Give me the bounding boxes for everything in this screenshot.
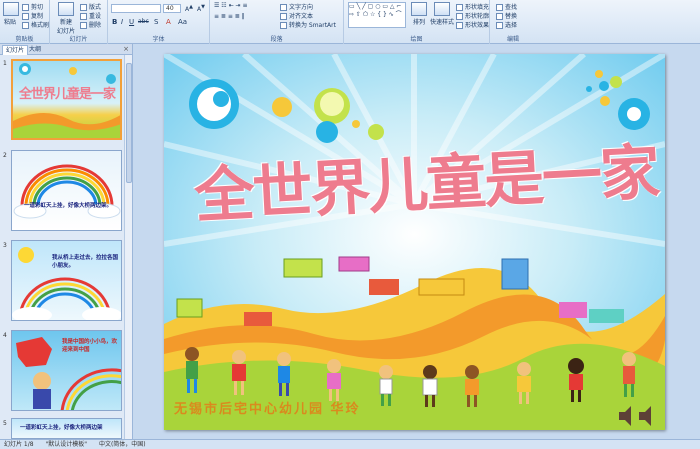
shape-fill-button[interactable]: 形状填充 (456, 2, 489, 11)
thumb-5-text: 一道彩虹天上挂，好像大桥两边架 (20, 425, 103, 431)
new-slide-button[interactable]: 新建 幻灯片 (56, 2, 76, 35)
underline-button[interactable]: U (129, 18, 134, 26)
slide-thumb-2[interactable]: 一道彩虹天上挂，好像大桥两边架。 (11, 150, 122, 231)
delete-button[interactable]: 删除 (80, 20, 101, 29)
replace-icon (496, 13, 503, 20)
fill-icon (456, 4, 463, 11)
clear-format-button[interactable]: Aa (178, 18, 187, 26)
thumb-1-title: 全世界儿童是一家 (19, 87, 116, 102)
status-bar: 幻灯片 1/8 "默认设计模板" 中文(简体，中国) (0, 439, 700, 449)
align-text-icon (280, 13, 287, 20)
shadow-button[interactable]: S (154, 18, 158, 26)
slide-counter: 幻灯片 1/8 (4, 441, 34, 448)
close-pane-button[interactable]: × (123, 45, 129, 53)
thumb-number: 5 (3, 420, 7, 427)
reset-button[interactable]: 重设 (80, 11, 101, 20)
font-label: 字体 (152, 36, 165, 43)
strike-button[interactable]: abc (138, 18, 149, 25)
effects-icon (456, 22, 463, 29)
new-slide-icon (58, 2, 74, 16)
slide-thumb-1[interactable]: 全世界儿童是一家 (11, 59, 122, 140)
paragraph-group: ☰ ☷ ⇤ ⇥ ≡ ≡ ≣ ≡ ≣ ‖ 文字方向 对齐文本 转换为 SmartA… (210, 0, 344, 44)
editing-group: 查找 替换 选择 编辑 (490, 0, 536, 44)
thumb-4-text: 我是中国的小小鸟，欢迎来到中国 (62, 339, 118, 353)
paste-button[interactable]: 粘贴 (3, 2, 19, 26)
layout-icon (80, 4, 87, 11)
scrollbar-thumb[interactable] (126, 63, 132, 183)
slides-label: 幻灯片 (69, 36, 88, 43)
slide-footer[interactable]: 无锡市后宅中心幼儿园 华玲 (174, 398, 361, 417)
select-button[interactable]: 选择 (496, 20, 517, 29)
editing-label: 编辑 (506, 36, 519, 43)
thumb-number: 2 (3, 152, 7, 159)
drawing-group: ▭ ╲ ╱ ▢ ○ ▭ △ ⌐ ⇨ ⇧ ⬠ ☆ { } ∿ ⌒ 排列 快速样式 … (344, 0, 490, 44)
ribbon: 粘贴 剪切 复制 格式刷 剪贴板 新建 幻灯片 版式 重设 删除 幻灯片 40 … (0, 0, 700, 44)
select-icon (496, 22, 503, 29)
italic-button[interactable]: I (121, 18, 123, 26)
brush-icon (22, 22, 29, 29)
text-direction-icon (280, 4, 287, 11)
shape-outline-button[interactable]: 形状轮廓 (456, 11, 489, 20)
delete-icon (80, 22, 87, 29)
smartart-icon (280, 22, 287, 29)
paragraph-label: 段落 (270, 36, 283, 43)
slides-pane: 幻灯片 大纲 × 1 全世界儿童是一家 2 一道彩虹天上挂，好像大桥两边架。 3 (0, 44, 133, 439)
outline-icon (456, 13, 463, 20)
font-size-box[interactable]: 40 (163, 4, 181, 13)
paste-icon (3, 2, 19, 16)
font-color-button[interactable]: A (166, 18, 171, 26)
find-icon (496, 4, 503, 11)
copy-button[interactable]: 复制 (22, 11, 43, 20)
quick-styles-icon (434, 2, 450, 16)
bold-button[interactable]: B (112, 18, 117, 26)
align-buttons[interactable]: ≡ ≣ ≡ ≣ ‖ (214, 13, 245, 20)
slide-thumb-3[interactable]: 我从桥上走过去，拉拉各国小朋友。 (11, 240, 122, 321)
quick-styles-button[interactable]: 快速样式 (430, 2, 454, 26)
format-painter-button[interactable]: 格式刷 (22, 20, 49, 29)
drawing-label: 绘图 (410, 36, 423, 43)
find-button[interactable]: 查找 (496, 2, 517, 11)
layout-button[interactable]: 版式 (80, 2, 101, 11)
tab-outline[interactable]: 大纲 (26, 45, 44, 55)
shape-effects-button[interactable]: 形状效果 (456, 20, 489, 29)
thumb-2-text: 一道彩虹天上挂，好像大桥两边架。 (23, 203, 112, 209)
cut-button[interactable]: 剪切 (22, 2, 43, 11)
font-name-box[interactable] (111, 4, 161, 13)
slides-group: 新建 幻灯片 版式 重设 删除 幻灯片 (50, 0, 108, 44)
slide-thumb-4[interactable]: 我是中国的小小鸟，欢迎来到中国 (11, 330, 122, 411)
bullets-button[interactable]: ☰ ☷ ⇤ ⇥ ≡ (214, 2, 247, 9)
theme-name: "默认设计模板" (45, 441, 88, 448)
current-slide[interactable]: 全世界儿童是一家 无锡市后宅中心幼儿园 华玲 (164, 54, 665, 430)
thumb-2-art (13, 164, 121, 219)
language-indicator[interactable]: 中文(简体，中国) (99, 441, 146, 448)
arrange-button[interactable]: 排列 (410, 2, 428, 26)
replace-button[interactable]: 替换 (496, 11, 517, 20)
reset-icon (80, 13, 87, 20)
thumb-3-text: 我从桥上走过去，拉拉各国小朋友。 (52, 255, 119, 269)
pane-scrollbar[interactable] (124, 55, 132, 439)
text-direction-button[interactable]: 文字方向 (280, 2, 313, 11)
arrange-icon (411, 2, 427, 16)
pane-tabs: 幻灯片 大纲 × (0, 44, 132, 55)
shrink-font-button[interactable]: A▼ (197, 4, 205, 13)
align-text-button[interactable]: 对齐文本 (280, 11, 313, 20)
slide-thumb-5[interactable]: 一道彩虹天上挂，好像大桥两边架 (11, 418, 122, 439)
clipboard-group: 粘贴 剪切 复制 格式刷 剪贴板 (0, 0, 50, 44)
smartart-button[interactable]: 转换为 SmartArt (280, 20, 336, 29)
font-group: 40 A▲ A▼ B I U abc S A Aa 字体 (108, 0, 210, 44)
thumb-number: 3 (3, 242, 7, 249)
shapes-gallery[interactable]: ▭ ╲ ╱ ▢ ○ ▭ △ ⌐ ⇨ ⇧ ⬠ ☆ { } ∿ ⌒ (348, 2, 406, 28)
slide-editor: 全世界儿童是一家 无锡市后宅中心幼儿园 华玲 (134, 44, 700, 439)
copy-icon (22, 13, 29, 20)
tab-slides[interactable]: 幻灯片 (2, 45, 29, 55)
thumb-number: 1 (3, 60, 7, 67)
grow-font-button[interactable]: A▲ (185, 4, 193, 13)
thumb-number: 4 (3, 332, 7, 339)
clipboard-label: 剪贴板 (15, 36, 34, 43)
scissors-icon (22, 4, 29, 11)
slide-background-art (164, 54, 665, 430)
